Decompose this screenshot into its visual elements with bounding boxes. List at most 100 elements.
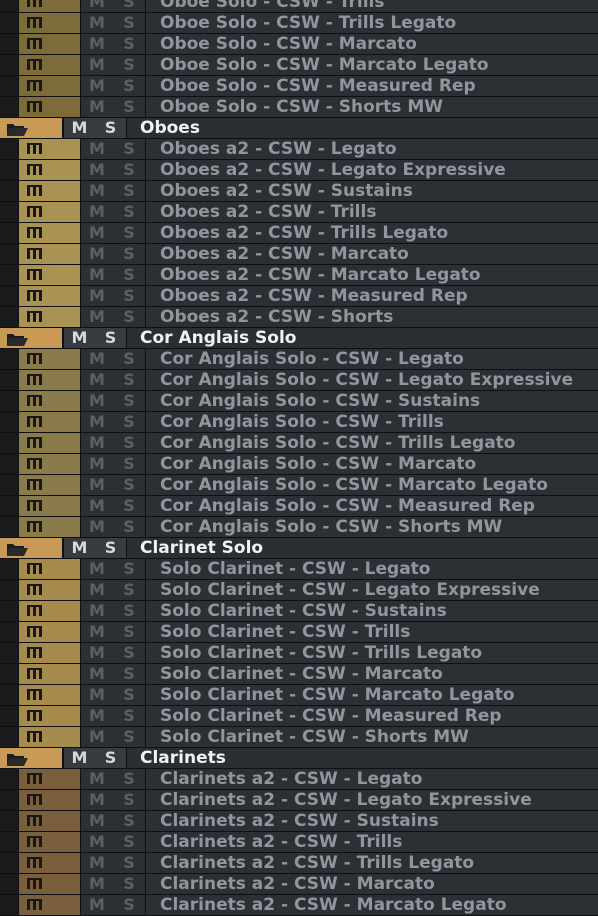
track-color-swatch[interactable] — [19, 664, 81, 684]
mute-button[interactable]: M — [81, 55, 113, 75]
solo-button[interactable]: S — [113, 370, 145, 390]
track-name[interactable]: Solo Clarinet - CSW - Legato — [145, 559, 598, 579]
track-color-swatch[interactable] — [19, 349, 81, 369]
track-row[interactable]: M S Cor Anglais Solo - CSW - Trills — [0, 412, 598, 433]
track-name[interactable]: Cor Anglais Solo - CSW - Sustains — [145, 391, 598, 411]
track-row[interactable]: M S Cor Anglais Solo - CSW - Sustains — [0, 391, 598, 412]
mute-button[interactable]: M — [81, 601, 113, 621]
track-row[interactable]: M S Clarinets a2 - CSW - Trills — [0, 832, 598, 853]
track-name[interactable]: Solo Clarinet - CSW - Sustains — [145, 601, 598, 621]
track-row[interactable]: M S Solo Clarinet - CSW - Trills — [0, 622, 598, 643]
track-color-swatch[interactable] — [19, 202, 81, 222]
solo-button[interactable]: S — [113, 55, 145, 75]
track-row[interactable]: M S Oboes a2 - CSW - Marcato Legato — [0, 265, 598, 286]
track-color-swatch[interactable] — [19, 853, 81, 873]
track-color-swatch[interactable] — [19, 76, 81, 96]
solo-button[interactable]: S — [113, 160, 145, 180]
track-color-swatch[interactable] — [19, 97, 81, 117]
mute-button[interactable]: M — [81, 727, 113, 747]
track-color-swatch[interactable] — [19, 811, 81, 831]
track-color-swatch[interactable] — [19, 454, 81, 474]
track-color-swatch[interactable] — [19, 517, 81, 537]
solo-button[interactable]: S — [113, 475, 145, 495]
mute-button[interactable]: M — [81, 811, 113, 831]
track-row[interactable]: M S Cor Anglais Solo - CSW - Marcato — [0, 454, 598, 475]
mute-button[interactable]: M — [81, 139, 113, 159]
track-row[interactable]: M S Oboes a2 - CSW - Trills — [0, 202, 598, 223]
track-name[interactable]: Clarinets a2 - CSW - Legato — [145, 769, 598, 789]
solo-button[interactable]: S — [113, 769, 145, 789]
track-name[interactable]: Clarinets a2 - CSW - Legato Expressive — [145, 790, 598, 810]
track-row[interactable]: M S Oboe Solo - CSW - Marcato Legato — [0, 55, 598, 76]
solo-button[interactable]: S — [95, 748, 127, 768]
track-color-swatch[interactable] — [19, 13, 81, 33]
track-color-swatch[interactable] — [19, 790, 81, 810]
track-color-swatch[interactable] — [19, 643, 81, 663]
solo-button[interactable]: S — [113, 13, 145, 33]
mute-button[interactable]: M — [81, 622, 113, 642]
track-row[interactable]: M S Cor Anglais Solo - CSW - Trills Legato — [0, 433, 598, 454]
mute-button[interactable]: M — [81, 517, 113, 537]
solo-button[interactable]: S — [113, 454, 145, 474]
track-color-swatch[interactable] — [19, 874, 81, 894]
mute-button[interactable]: M — [81, 769, 113, 789]
mute-button[interactable]: M — [81, 559, 113, 579]
track-name[interactable]: Solo Clarinet - CSW - Trills Legato — [145, 643, 598, 663]
folder-open-icon[interactable] — [6, 541, 30, 557]
solo-button[interactable]: S — [113, 286, 145, 306]
solo-button[interactable]: S — [113, 244, 145, 264]
mute-button[interactable]: M — [81, 223, 113, 243]
mute-button[interactable]: M — [81, 181, 113, 201]
track-name[interactable]: Cor Anglais Solo - CSW - Trills — [145, 412, 598, 432]
track-color-swatch[interactable] — [0, 118, 63, 138]
solo-button[interactable]: S — [113, 685, 145, 705]
mute-button[interactable]: M — [81, 664, 113, 684]
mute-button[interactable]: M — [81, 370, 113, 390]
mute-button[interactable]: M — [81, 160, 113, 180]
track-color-swatch[interactable] — [0, 538, 63, 558]
track-name[interactable]: Oboes a2 - CSW - Shorts — [145, 307, 598, 327]
track-color-swatch[interactable] — [19, 622, 81, 642]
solo-button[interactable]: S — [113, 832, 145, 852]
track-name[interactable]: Oboes a2 - CSW - Marcato Legato — [145, 265, 598, 285]
track-row[interactable]: M S Oboe Solo - CSW - Measured Rep — [0, 76, 598, 97]
track-name[interactable]: Clarinets a2 - CSW - Trills — [145, 832, 598, 852]
solo-button[interactable]: S — [113, 181, 145, 201]
mute-button[interactable]: M — [81, 454, 113, 474]
track-color-swatch[interactable] — [19, 391, 81, 411]
mute-button[interactable]: M — [63, 748, 95, 768]
mute-button[interactable]: M — [81, 706, 113, 726]
solo-button[interactable]: S — [113, 349, 145, 369]
solo-button[interactable]: S — [113, 706, 145, 726]
mute-button[interactable]: M — [81, 496, 113, 516]
solo-button[interactable]: S — [113, 307, 145, 327]
track-row[interactable]: M S Clarinets a2 - CSW - Sustains — [0, 811, 598, 832]
track-name[interactable]: Clarinet Solo — [127, 538, 598, 558]
track-row[interactable]: M S Solo Clarinet - CSW - Marcato — [0, 664, 598, 685]
track-color-swatch[interactable] — [19, 286, 81, 306]
track-color-swatch[interactable] — [19, 727, 81, 747]
track-color-swatch[interactable] — [19, 0, 81, 12]
mute-button[interactable]: M — [63, 328, 95, 348]
solo-button[interactable]: S — [113, 601, 145, 621]
solo-button[interactable]: S — [113, 517, 145, 537]
track-color-swatch[interactable] — [19, 706, 81, 726]
track-color-swatch[interactable] — [19, 265, 81, 285]
mute-button[interactable]: M — [81, 0, 113, 12]
track-row[interactable]: M S Oboe Solo - CSW - Trills — [0, 0, 598, 13]
track-name[interactable]: Cor Anglais Solo - CSW - Marcato — [145, 454, 598, 474]
track-color-swatch[interactable] — [19, 832, 81, 852]
track-row[interactable]: M S Oboes a2 - CSW - Sustains — [0, 181, 598, 202]
solo-button[interactable]: S — [113, 496, 145, 516]
track-name[interactable]: Cor Anglais Solo - CSW - Measured Rep — [145, 496, 598, 516]
track-name[interactable]: Cor Anglais Solo — [127, 328, 598, 348]
track-row[interactable]: M S Solo Clarinet - CSW - Sustains — [0, 601, 598, 622]
track-row[interactable]: M S Oboes a2 - CSW - Legato — [0, 139, 598, 160]
solo-button[interactable]: S — [113, 412, 145, 432]
track-color-swatch[interactable] — [19, 370, 81, 390]
track-name[interactable]: Clarinets a2 - CSW - Sustains — [145, 811, 598, 831]
track-name[interactable]: Solo Clarinet - CSW - Legato Expressive — [145, 580, 598, 600]
track-color-swatch[interactable] — [19, 139, 81, 159]
track-row[interactable]: M S Oboes a2 - CSW - Marcato — [0, 244, 598, 265]
solo-button[interactable]: S — [113, 727, 145, 747]
